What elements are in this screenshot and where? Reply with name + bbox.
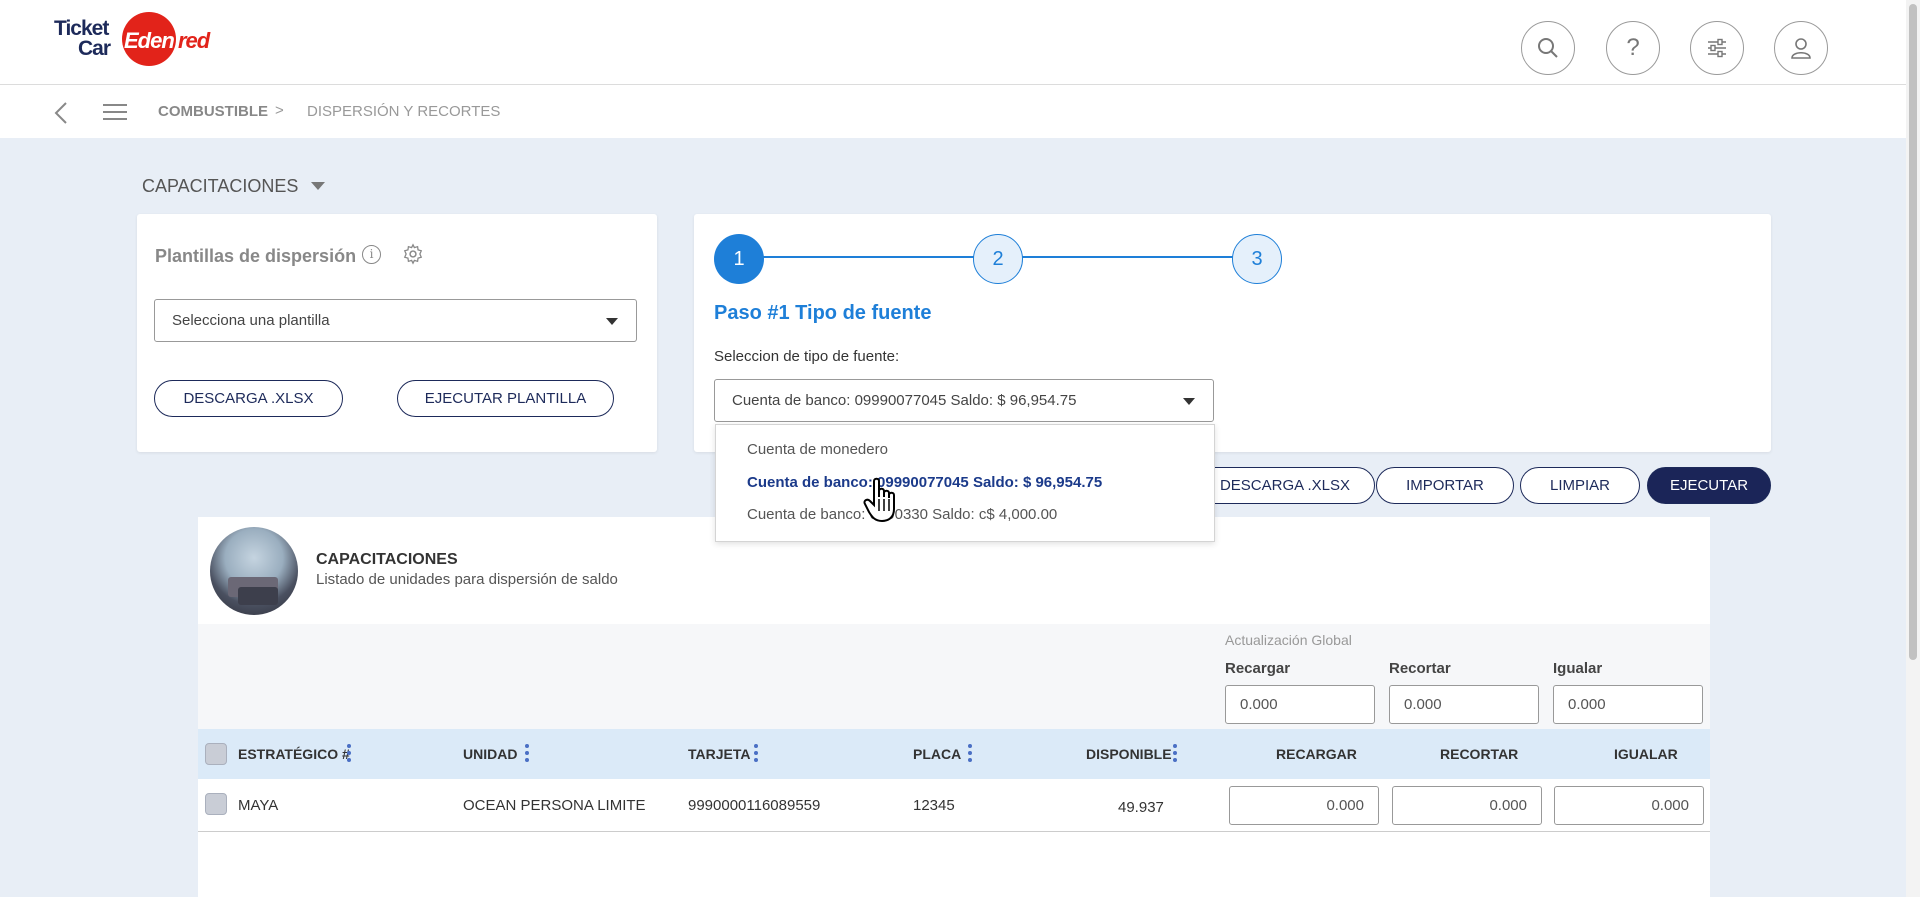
breadcrumb-item-combustible[interactable]: COMBUSTIBLE [158,103,268,120]
user-icon [1791,38,1811,59]
info-icon[interactable]: i [362,245,381,264]
user-button[interactable] [1774,21,1828,75]
logo-edenred-text-tail: red [178,28,210,53]
row-checkbox[interactable] [205,793,227,815]
help-icon: ? [1626,34,1640,61]
section-title[interactable]: CAPACITACIONES [142,176,298,197]
column-header-placa[interactable]: PLACA [913,746,961,762]
column-header-estrategico[interactable]: ESTRATÉGICO # [238,746,350,762]
global-igualar-label: Igualar [1553,660,1603,677]
step-title: Paso #1 Tipo de fuente [714,302,932,324]
top-header: Ticket Car Eden red ? [0,0,1920,85]
step-2[interactable]: 2 [973,234,1023,284]
column-header-igualar: IGUALAR [1614,746,1678,762]
global-recortar-label: Recortar [1389,660,1451,677]
page-scrollbar[interactable] [1906,0,1920,897]
scrollbar-thumb[interactable] [1909,4,1917,660]
kebab-menu-icon[interactable] [1173,744,1177,764]
gear-icon[interactable] [402,243,424,265]
chevron-down-icon [606,318,618,325]
cell-tarjeta: 9990000116089559 [688,797,821,814]
filters-icon [1708,38,1726,58]
breadcrumb-item-dispersion: DISPERSIÓN Y RECORTES [307,103,501,120]
source-type-label: Seleccion de tipo de fuente: [714,348,900,365]
logo-car-text: Car [78,37,111,60]
global-update-panel: Actualización Global Recargar Recortar I… [198,624,1710,729]
chevron-down-icon [1183,398,1195,405]
search-button[interactable] [1521,21,1575,75]
download-xlsx-button[interactable]: DESCARGA .XLSX [1195,467,1375,504]
step-3[interactable]: 3 [1232,234,1282,284]
logo-edenred-text: Eden [124,28,175,53]
dropdown-option-bank-2[interactable]: Cuenta de banco: 0000330 Saldo: c$ 4,000… [747,506,1057,523]
row-recargar-input[interactable] [1229,786,1379,825]
templates-title: Plantillas de dispersión [155,246,357,266]
cell-placa: 12345 [913,797,955,814]
column-header-recortar: RECORTAR [1440,746,1519,762]
dropdown-option-monedero[interactable]: Cuenta de monedero [747,441,888,458]
breadcrumb-separator-icon: > [275,102,284,119]
column-header-recargar: RECARGAR [1276,746,1357,762]
search-icon [1538,38,1558,58]
execute-button[interactable]: EJECUTAR [1647,467,1771,504]
dropdown-option-bank-selected[interactable]: Cuenta de banco: 09990077045 Saldo: $ 96… [747,474,1102,491]
source-type-dropdown: Cuenta de monedero Cuenta de banco: 0999… [715,424,1215,542]
breadcrumb-bar: COMBUSTIBLE > DISPERSIÓN Y RECORTES [0,85,1920,138]
table-row: MAYA OCEAN PERSONA LIMITE 99900001160895… [198,779,1710,832]
units-subtitle: Listado de unidades para dispersión de s… [316,571,618,588]
global-recargar-input[interactable] [1225,685,1375,724]
template-select-value: Selecciona una plantilla [172,312,330,329]
cell-unidad: OCEAN PERSONA LIMITE [463,797,646,814]
clear-button[interactable]: LIMPIAR [1520,467,1640,504]
kebab-menu-icon[interactable] [347,744,351,764]
wizard-card: 1 2 3 Paso #1 Tipo de fuente Seleccion d… [694,214,1771,452]
row-igualar-input[interactable] [1554,786,1704,825]
ticket-car-edenred-logo[interactable]: Ticket Car Eden red [54,12,214,70]
kebab-menu-icon[interactable] [968,744,972,764]
column-header-disponible[interactable]: DISPONIBLE [1086,746,1172,762]
source-type-select[interactable]: Cuenta de banco: 09990077045 Saldo: $ 96… [714,379,1214,422]
hand-pointer-cursor-icon [863,477,895,523]
units-title: CAPACITACIONES [316,551,458,568]
global-recargar-label: Recargar [1225,660,1291,677]
row-recortar-input[interactable] [1392,786,1542,825]
kebab-menu-icon[interactable] [525,744,529,764]
global-recortar-input[interactable] [1389,685,1539,724]
step-1[interactable]: 1 [714,234,764,284]
units-table-card: CAPACITACIONES Listado de unidades para … [198,517,1710,897]
group-avatar [210,527,298,615]
cell-estrategico: MAYA [238,797,279,814]
cell-disponible: 49.937 [1118,799,1164,816]
table-header-row: ESTRATÉGICO # UNIDAD TARJETA PLACA DISPO… [198,729,1710,779]
execute-template-button[interactable]: EJECUTAR PLANTILLA [397,380,614,417]
column-header-unidad[interactable]: UNIDAD [463,746,517,762]
global-igualar-input[interactable] [1553,685,1703,724]
template-select[interactable]: Selecciona una plantilla [154,299,637,342]
help-button[interactable]: ? [1606,21,1660,75]
column-header-tarjeta[interactable]: TARJETA [688,746,750,762]
back-arrow-icon[interactable] [52,101,72,125]
hamburger-menu-icon[interactable] [103,99,127,125]
import-button[interactable]: IMPORTAR [1376,467,1514,504]
source-type-select-value: Cuenta de banco: 09990077045 Saldo: $ 96… [732,392,1077,409]
templates-card: Plantillas de dispersión i Selecciona un… [137,214,657,452]
global-update-title: Actualización Global [1225,632,1352,648]
section-caret-down-icon[interactable] [311,182,325,190]
kebab-menu-icon[interactable] [754,744,758,764]
filters-button[interactable] [1690,21,1744,75]
select-all-checkbox[interactable] [205,743,227,765]
template-download-xlsx-button[interactable]: DESCARGA .XLSX [154,380,343,417]
